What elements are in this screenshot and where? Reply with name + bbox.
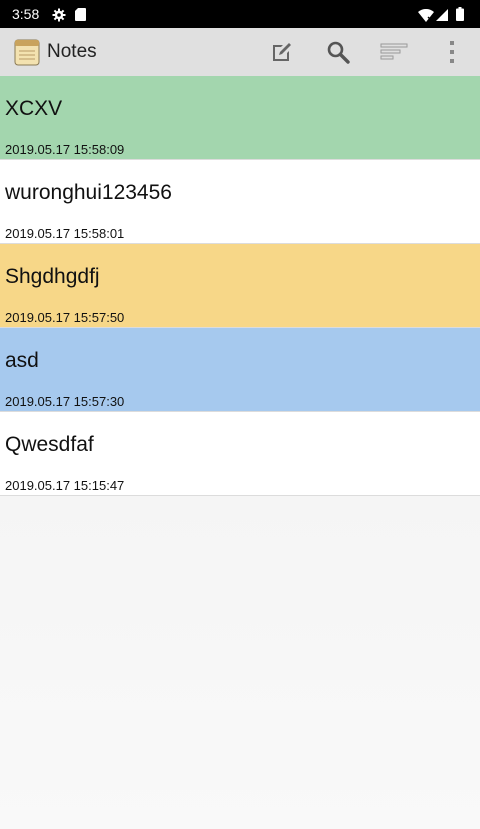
sd-card-icon <box>75 8 86 21</box>
battery-icon <box>456 7 464 21</box>
note-date: 2019.05.17 15:57:30 <box>5 394 125 409</box>
app-bar: Notes <box>0 28 480 77</box>
search-icon <box>327 41 350 64</box>
sort-icon <box>380 43 408 60</box>
empty-list-area <box>0 496 480 829</box>
sort-button[interactable] <box>378 36 410 68</box>
note-title: asd <box>5 349 39 372</box>
note-title: Shgdhgdfj <box>5 265 100 288</box>
new-note-icon <box>273 43 291 61</box>
note-item[interactable]: Shgdhgdfj 2019.05.17 15:57:50 <box>0 244 480 328</box>
note-date: 2019.05.17 15:58:09 <box>5 142 125 157</box>
new-note-button[interactable] <box>266 36 298 68</box>
note-date: 2019.05.17 15:58:01 <box>5 226 125 241</box>
status-time: 3:58 <box>12 6 40 22</box>
note-title: XCXV <box>5 97 63 120</box>
search-button[interactable] <box>322 36 354 68</box>
note-date: 2019.05.17 15:15:47 <box>5 478 125 493</box>
notepad-icon[interactable] <box>14 38 40 66</box>
signal-icon <box>436 9 448 21</box>
more-options-button[interactable] <box>436 36 468 68</box>
note-title: Qwesdfaf <box>5 433 94 456</box>
note-item[interactable]: XCXV 2019.05.17 15:58:09 <box>0 76 480 160</box>
note-title: wuronghui123456 <box>5 181 172 204</box>
note-item[interactable]: asd 2019.05.17 15:57:30 <box>0 328 480 412</box>
more-vert-icon <box>450 41 454 63</box>
notes-list: XCXV 2019.05.17 15:58:09 wuronghui123456… <box>0 76 480 496</box>
app-title: Notes <box>47 41 97 62</box>
wifi-icon <box>418 9 434 22</box>
note-date: 2019.05.17 15:57:50 <box>5 310 125 325</box>
note-item[interactable]: Qwesdfaf 2019.05.17 15:15:47 <box>0 412 480 496</box>
gear-icon <box>52 8 66 22</box>
note-item[interactable]: wuronghui123456 2019.05.17 15:58:01 <box>0 160 480 244</box>
notes-screen: 3:58 Notes XCXV 2019.05.17 15:58:09 wuro… <box>0 0 480 829</box>
status-bar: 3:58 <box>0 0 480 28</box>
